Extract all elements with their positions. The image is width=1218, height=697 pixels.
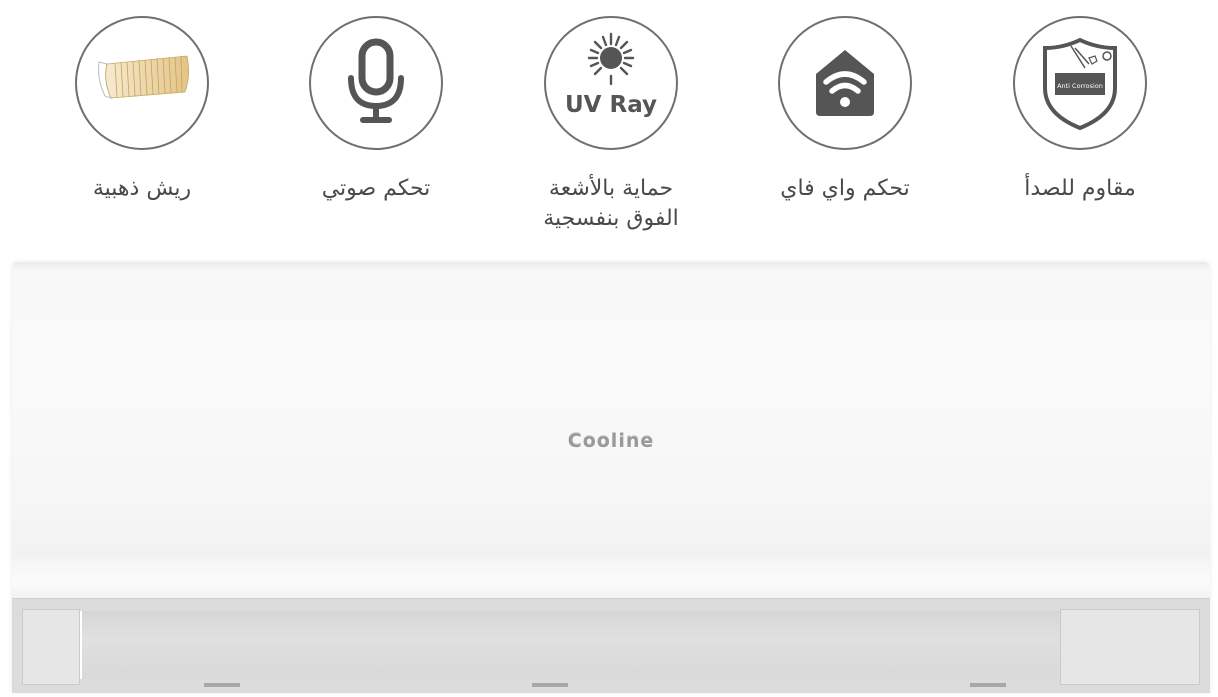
feature-golden-fins: ريش ذهبية xyxy=(32,10,252,240)
unit-lower-band xyxy=(12,558,1210,598)
unit-top-edge xyxy=(12,262,1210,270)
feature-wifi-control: تحكم واي فاي xyxy=(735,10,955,240)
feature-label: تحكم واي فاي xyxy=(780,176,910,201)
feature-label: مقاوم للصدأ xyxy=(1024,176,1136,201)
outlet-right-cap xyxy=(1060,609,1200,685)
louver-blade xyxy=(80,611,1068,679)
feature-voice-control: تحكم صوتي xyxy=(266,10,486,240)
louver-hinge xyxy=(532,683,568,687)
louver-hinge xyxy=(970,683,1006,687)
feature-anti-corrosion: Anti Corrosion مقاوم للصدأ xyxy=(970,10,1190,240)
feature-label: تحكم صوتي xyxy=(321,176,431,201)
feature-label: حماية بالأشعة الفوق بنفسجية xyxy=(543,176,679,231)
anti-corrosion-shield-icon: Anti Corrosion xyxy=(1013,16,1147,150)
outlet-left-cap xyxy=(22,609,80,685)
uv-ray-text: UV Ray xyxy=(565,92,657,118)
golden-fins-icon xyxy=(75,16,209,150)
wifi-home-icon xyxy=(778,16,912,150)
uv-ray-icon: UV Ray xyxy=(544,16,678,150)
product-feature-banner: ريش ذهبية تحكم صوتي UV Ray حماية بالأشعة… xyxy=(0,0,1218,697)
feature-uv-protection: UV Ray حماية بالأشعة الفوق بنفسجية xyxy=(501,10,721,240)
feature-icons-row: ريش ذهبية تحكم صوتي UV Ray حماية بالأشعة… xyxy=(0,0,1218,250)
air-outlet xyxy=(12,598,1210,693)
brand-logo: Cooline xyxy=(567,430,655,452)
anti-corrosion-text: Anti Corrosion xyxy=(1057,82,1103,90)
louver-hinge xyxy=(204,683,240,687)
feature-label: ريش ذهبية xyxy=(92,176,192,201)
air-conditioner-unit: Cooline xyxy=(12,262,1210,693)
microphone-icon xyxy=(309,16,443,150)
